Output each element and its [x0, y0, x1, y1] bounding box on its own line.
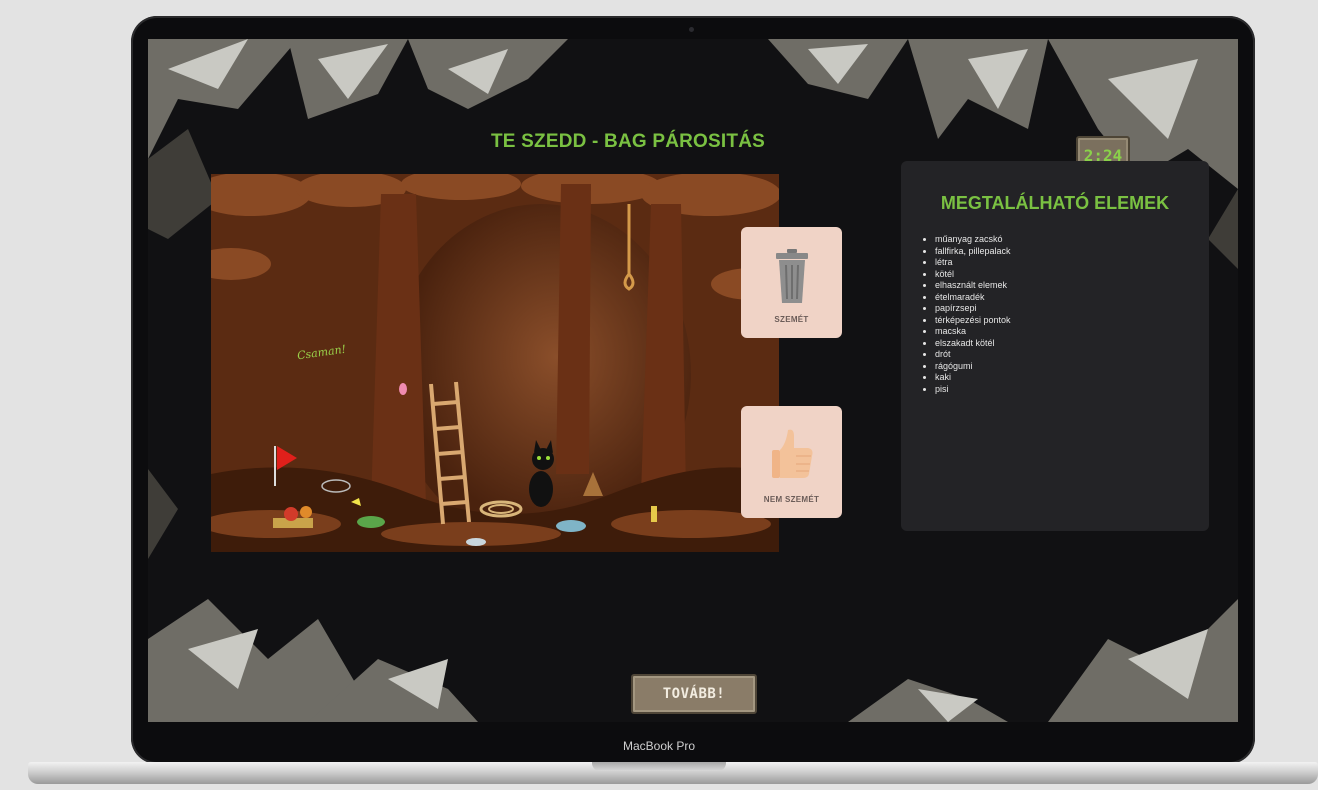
- list-item: rágógumi: [935, 361, 1011, 373]
- list-item: macska: [935, 326, 1011, 338]
- scene-hotspot-layer[interactable]: [211, 174, 779, 552]
- list-item: műanyag zacskó: [935, 234, 1011, 246]
- list-item: ételmaradék: [935, 292, 1011, 304]
- game-screen: TE SZEDD - BAG PÁROSITÁS 2:24 Csaman! SZ…: [148, 39, 1238, 722]
- next-button[interactable]: TOVÁBB!: [631, 674, 757, 714]
- list-item: elhasznált elemek: [935, 280, 1011, 292]
- trash-card-label: SZEMÉT: [774, 315, 809, 324]
- list-item: elszakadt kötél: [935, 338, 1011, 350]
- list-item: térképezési pontok: [935, 315, 1011, 327]
- thumbs-up-icon: [741, 428, 842, 480]
- list-item: kötél: [935, 269, 1011, 281]
- items-list: műanyag zacskó fallfirka, pillepalack lé…: [923, 234, 1011, 395]
- trash-can-icon: [741, 249, 842, 305]
- camera-dot: [689, 27, 694, 32]
- trash-drop-card[interactable]: SZEMÉT: [741, 227, 842, 338]
- list-item: drót: [935, 349, 1011, 361]
- device-brand-label: MacBook Pro: [622, 739, 696, 753]
- not-trash-card-label: NEM SZEMÉT: [763, 495, 820, 504]
- game-title: TE SZEDD - BAG PÁROSITÁS: [491, 131, 765, 152]
- list-item: fallfirka, pillepalack: [935, 246, 1011, 258]
- panel-title: MEGTALÁLHATÓ ELEMEK: [940, 193, 1170, 213]
- list-item: létra: [935, 257, 1011, 269]
- laptop-notch: [592, 762, 726, 771]
- findable-items-panel: MEGTALÁLHATÓ ELEMEK műanyag zacskó fallf…: [901, 161, 1209, 531]
- list-item: kaki: [935, 372, 1011, 384]
- cave-scene: Csaman!: [211, 174, 779, 552]
- list-item: pisi: [935, 384, 1011, 396]
- list-item: papírzsepi: [935, 303, 1011, 315]
- not-trash-drop-card[interactable]: NEM SZEMÉT: [741, 406, 842, 518]
